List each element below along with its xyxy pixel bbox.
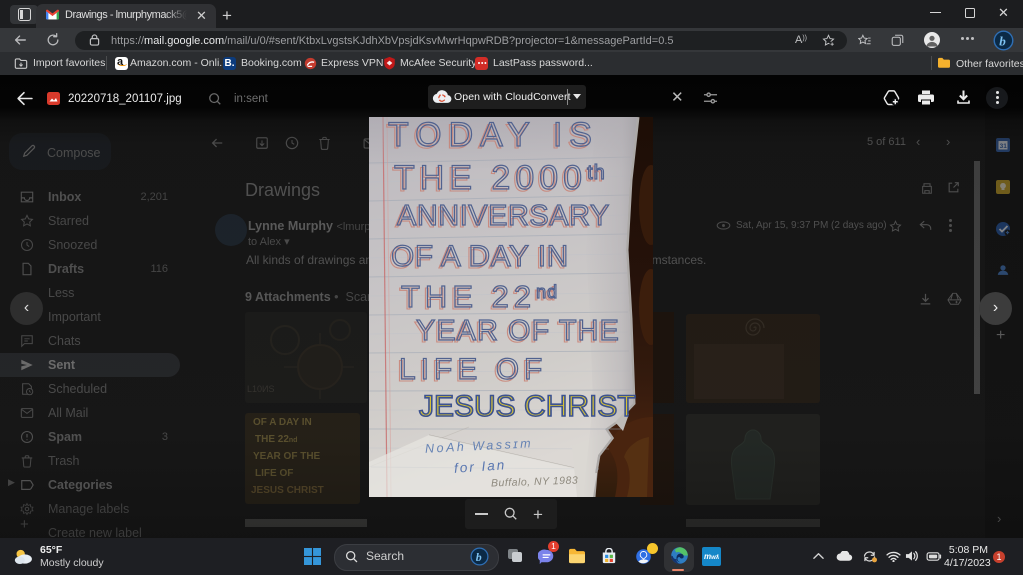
svg-text:L10ИS: L10ИS [247,384,275,394]
svg-text:b: b [999,33,1006,48]
svg-text:31: 31 [1000,143,1008,150]
svg-text:b: b [476,550,482,564]
